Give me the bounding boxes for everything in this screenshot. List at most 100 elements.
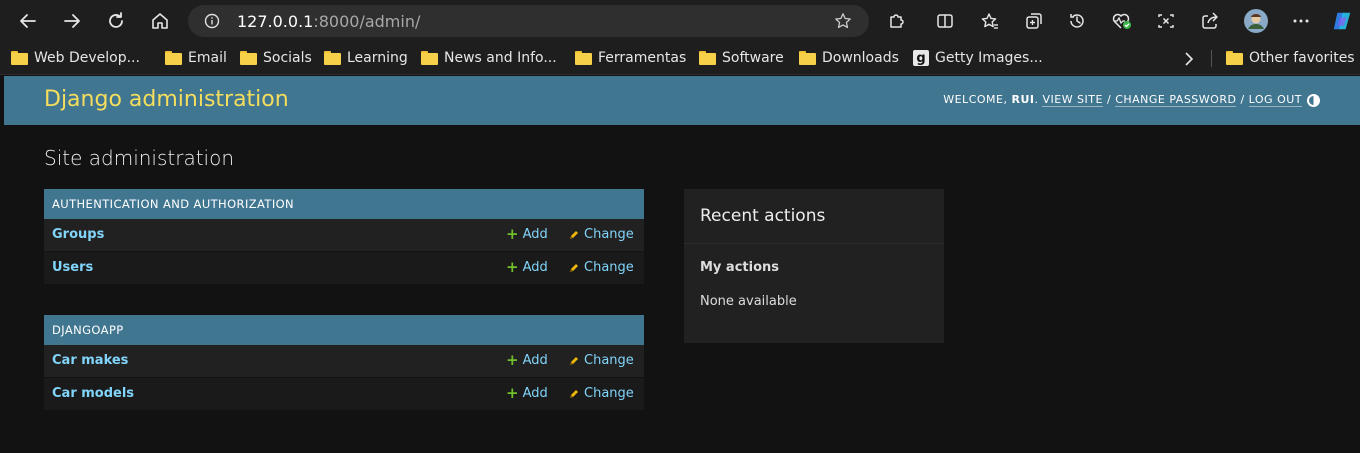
folder-icon	[324, 51, 341, 65]
share-button[interactable]	[1199, 10, 1221, 32]
arrow-right-icon	[64, 14, 80, 28]
add-link[interactable]: + Add	[506, 384, 548, 402]
performance-button[interactable]	[1111, 10, 1133, 32]
url-text[interactable]: 127.0.0.1:8000/admin/	[237, 12, 420, 31]
module-caption[interactable]: Authentication and Authorization	[44, 189, 644, 219]
refresh-button[interactable]	[102, 7, 130, 35]
change-password-link[interactable]: Change password	[1115, 93, 1237, 107]
bookmark-label: Ferramentas	[598, 50, 687, 66]
collections-button[interactable]	[1023, 10, 1045, 32]
model-link[interactable]: Car makes	[52, 353, 128, 368]
avatar-icon	[1244, 9, 1268, 33]
log-out-link[interactable]: Log out	[1248, 93, 1302, 107]
copilot-button[interactable]	[1331, 10, 1353, 32]
collections-icon	[1026, 13, 1042, 29]
url-path: :8000/admin/	[313, 12, 421, 31]
model-row-car-models: Car models + Add Change	[44, 378, 644, 411]
url-host: 127.0.0.1	[237, 12, 314, 31]
favorites-button[interactable]	[979, 10, 1001, 32]
bookmark-other-favorites[interactable]: Other favorites	[1226, 49, 1355, 67]
separator: /	[1240, 93, 1245, 106]
getty-g-icon: g	[913, 50, 929, 66]
favorite-star-icon[interactable]	[834, 12, 852, 30]
add-link[interactable]: + Add	[506, 227, 548, 243]
bookmarks-bar: Web Develop... Email Socials Learning Ne…	[0, 42, 1360, 75]
bookmark-ferramentas[interactable]: Ferramentas	[575, 49, 686, 67]
refresh-icon	[109, 12, 123, 28]
add-label: Add	[522, 353, 548, 368]
extensions-button[interactable]	[886, 10, 908, 32]
add-link[interactable]: + Add	[506, 258, 548, 276]
bookmark-label: News and Info...	[444, 50, 557, 66]
heart-pulse-icon	[1112, 13, 1131, 29]
bookmark-downloads[interactable]: Downloads	[799, 49, 899, 67]
home-icon	[152, 13, 168, 29]
admin-header: Django administration Welcome, rui. View…	[4, 76, 1360, 125]
view-site-link[interactable]: View site	[1042, 93, 1103, 107]
bookmarks-overflow-button[interactable]	[1182, 50, 1196, 68]
folder-icon	[165, 51, 182, 65]
home-button[interactable]	[146, 7, 174, 35]
bookmark-label: Learning	[347, 50, 408, 66]
bookmark-news-and-info[interactable]: News and Info...	[421, 49, 557, 67]
change-label: Change	[584, 353, 634, 368]
site-branding[interactable]: Django administration	[44, 87, 289, 112]
more-dots-icon	[1293, 19, 1309, 23]
bookmarks-divider	[1211, 50, 1212, 67]
username: rui	[1011, 93, 1035, 106]
add-label: Add	[522, 227, 548, 242]
folder-icon	[240, 51, 257, 65]
bookmark-getty-images[interactable]: g Getty Images...	[913, 49, 1043, 67]
bookmark-email[interactable]: Email	[165, 49, 227, 67]
bookmark-software[interactable]: Software	[699, 49, 784, 67]
split-screen-icon	[937, 14, 953, 28]
change-link[interactable]: Change	[568, 386, 634, 401]
favorites-star-list-icon	[981, 13, 998, 29]
plus-icon: +	[506, 384, 519, 402]
bookmark-label: Getty Images...	[935, 50, 1043, 66]
admin-page: Django administration Welcome, rui. View…	[4, 76, 1360, 453]
more-menu-button[interactable]	[1290, 10, 1312, 32]
module-caption[interactable]: DJANGOAPP	[44, 315, 644, 345]
theme-toggle-icon[interactable]	[1307, 94, 1320, 107]
history-button[interactable]	[1066, 10, 1088, 32]
split-screen-button[interactable]	[934, 10, 956, 32]
pencil-icon	[570, 356, 578, 365]
change-label: Change	[584, 386, 634, 401]
share-icon	[1202, 12, 1218, 29]
model-row-car-makes: Car makes + Add Change	[44, 345, 644, 378]
model-row-users: Users + Add Change	[44, 252, 644, 285]
screenshot-button[interactable]	[1155, 10, 1177, 32]
folder-icon	[699, 51, 716, 65]
change-link[interactable]: Change	[568, 227, 634, 242]
change-link[interactable]: Change	[568, 260, 634, 275]
change-link[interactable]: Change	[568, 353, 634, 368]
back-button[interactable]	[14, 7, 42, 35]
user-tools: Welcome, rui. View site / Change password /…	[943, 93, 1302, 107]
bookmark-label: Other favorites	[1249, 50, 1355, 66]
arrow-left-icon	[20, 14, 36, 28]
folder-icon	[11, 51, 28, 65]
bookmark-label: Software	[722, 50, 784, 66]
bookmark-web-develop[interactable]: Web Develop...	[11, 49, 140, 67]
model-link[interactable]: Car models	[52, 386, 134, 401]
model-link[interactable]: Groups	[52, 227, 104, 242]
page-title: Site administration	[44, 146, 235, 170]
forward-button[interactable]	[58, 7, 86, 35]
separator: /	[1106, 93, 1112, 106]
bookmark-learning[interactable]: Learning	[324, 49, 408, 67]
folder-icon	[421, 51, 438, 65]
address-bar[interactable]: 127.0.0.1:8000/admin/	[188, 5, 869, 37]
app-module-djangoapp: DJANGOAPP Car makes + Add Change Car mode…	[44, 315, 644, 411]
folder-icon	[575, 51, 592, 65]
add-link[interactable]: + Add	[506, 353, 548, 369]
divider	[684, 243, 944, 244]
bookmark-socials[interactable]: Socials	[240, 49, 312, 67]
site-info-icon[interactable]	[204, 13, 220, 29]
plus-icon: +	[506, 258, 519, 276]
recent-actions-title: Recent actions	[700, 206, 826, 226]
model-link[interactable]: Users	[52, 260, 93, 275]
module-caption-text: Authentication and Authorization	[52, 197, 295, 211]
copilot-icon	[1333, 12, 1351, 30]
profile-avatar[interactable]	[1244, 9, 1268, 33]
